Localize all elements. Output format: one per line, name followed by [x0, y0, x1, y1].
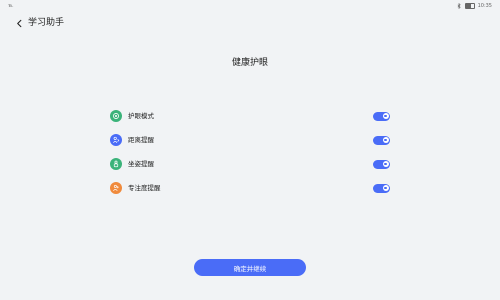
page-title: 健康护眼 [231, 58, 268, 68]
back-button[interactable] [12, 16, 26, 30]
distance-icon [110, 134, 122, 146]
status-right-group: 10:35 [456, 2, 492, 10]
signal-indicator: ℡ [8, 3, 14, 9]
setting-label: 距离提醒 [128, 136, 154, 144]
focus-toggle[interactable] [373, 183, 390, 193]
settings-list: 护眼模式 距离提醒 坐姿提醒 专注度提醒 [108, 104, 392, 200]
status-time: 10:35 [477, 3, 492, 9]
setting-row-distance: 距离提醒 [108, 128, 392, 152]
setting-row-eye-care: 护眼模式 [108, 104, 392, 128]
setting-row-posture: 坐姿提醒 [108, 152, 392, 176]
bluetooth-icon [456, 2, 462, 10]
eye-care-toggle[interactable] [373, 111, 390, 121]
setting-label: 护眼模式 [128, 112, 154, 120]
posture-icon [110, 158, 122, 170]
setting-label: 坐姿提醒 [128, 160, 154, 168]
posture-toggle[interactable] [373, 159, 390, 169]
status-bar: ℡ 10:35 [0, 0, 500, 12]
setting-row-focus: 专注度提醒 [108, 176, 392, 200]
app-header: 学习助手 [0, 12, 500, 34]
setting-label: 专注度提醒 [128, 184, 161, 192]
chevron-left-icon [16, 19, 21, 27]
header-title: 学习助手 [28, 18, 65, 28]
eye-icon [110, 110, 122, 122]
distance-toggle[interactable] [373, 135, 390, 145]
focus-icon [110, 182, 122, 194]
battery-icon [464, 3, 475, 9]
confirm-continue-button[interactable]: 确定并继续 [194, 259, 306, 276]
